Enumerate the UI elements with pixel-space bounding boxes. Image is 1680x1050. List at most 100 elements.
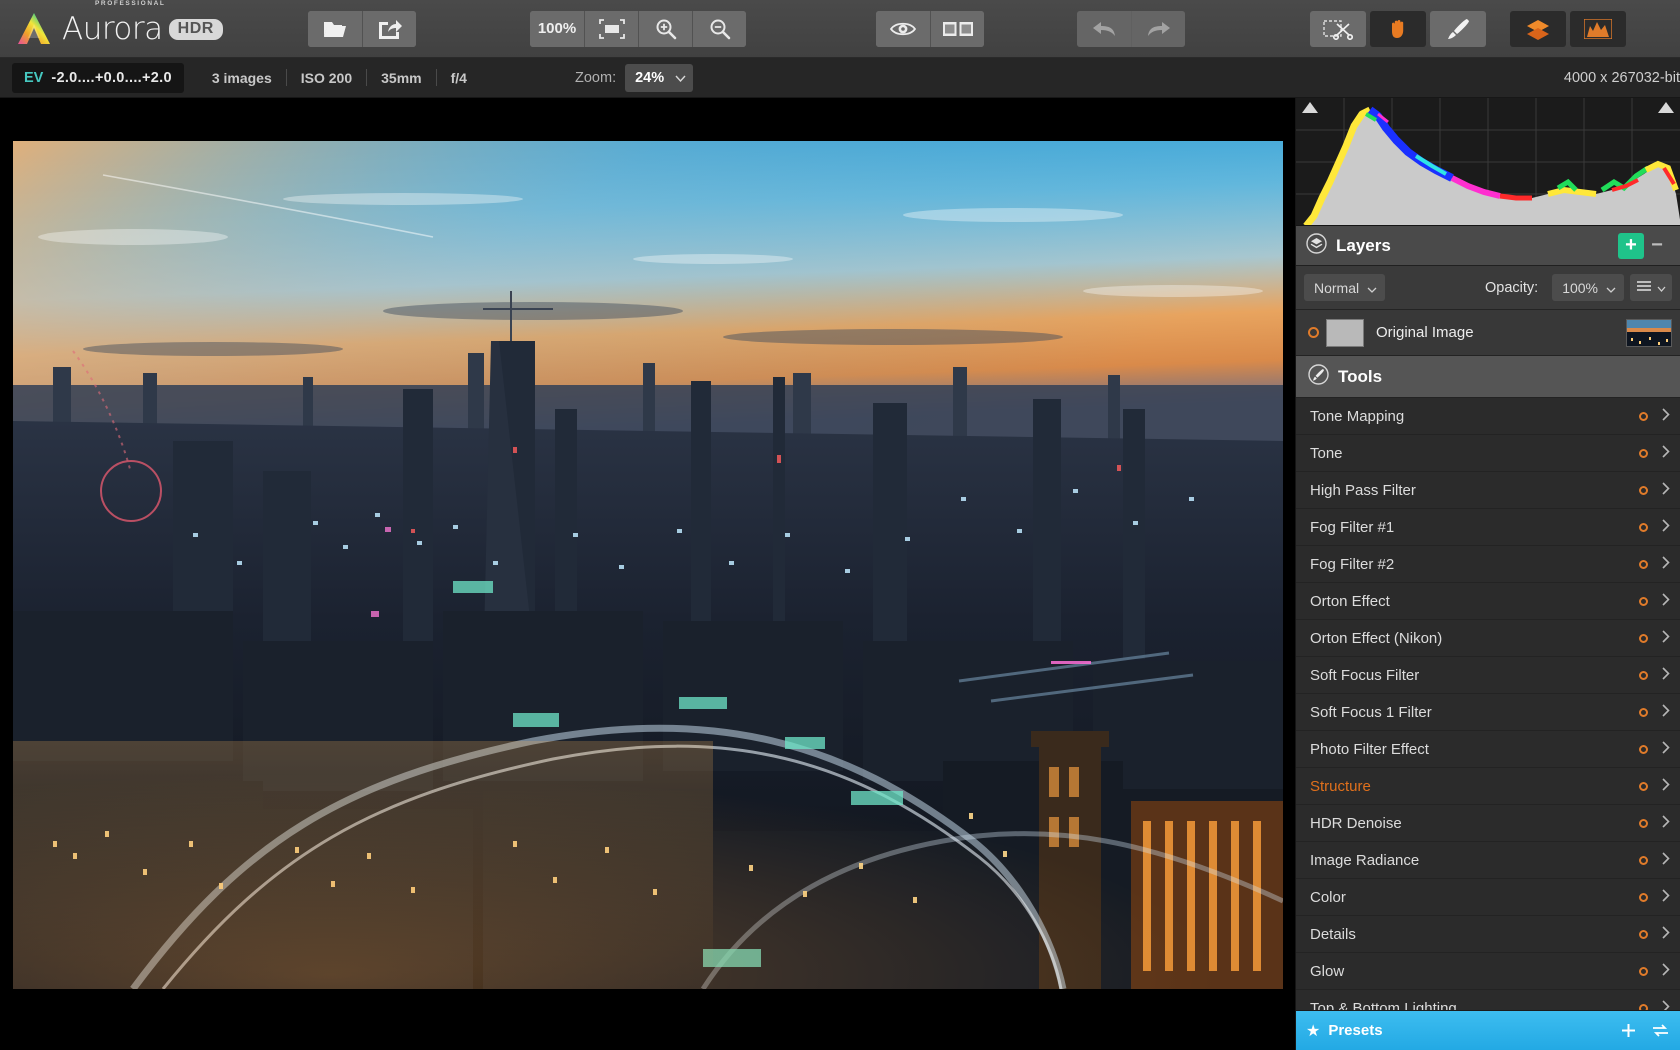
tool-toggle[interactable] xyxy=(1639,411,1648,421)
chevron-right-icon[interactable] xyxy=(1662,629,1670,647)
tool-toggle[interactable] xyxy=(1639,633,1648,643)
hand-tool-button[interactable] xyxy=(1370,10,1426,47)
chevron-right-icon[interactable] xyxy=(1662,962,1670,980)
layer-name: Original Image xyxy=(1376,324,1474,341)
zoom-button-group: 100% xyxy=(530,10,746,47)
tool-name: High Pass Filter xyxy=(1310,481,1416,499)
layer-options-menu-button[interactable] xyxy=(1630,274,1672,301)
tool-row[interactable]: Orton Effect (Nikon) xyxy=(1296,620,1680,657)
tool-name: Tone xyxy=(1310,444,1343,462)
tool-toggle[interactable] xyxy=(1639,559,1648,569)
add-layer-button[interactable]: + xyxy=(1618,232,1644,259)
tool-row[interactable]: Color xyxy=(1296,879,1680,916)
tool-name: Fog Filter #1 xyxy=(1310,518,1395,536)
layer-image-thumbnail[interactable] xyxy=(1626,318,1672,347)
chevron-right-icon[interactable] xyxy=(1662,999,1670,1010)
shadow-clipping-indicator[interactable] xyxy=(1302,102,1318,113)
tool-row[interactable]: Photo Filter Effect xyxy=(1296,731,1680,768)
chevron-right-icon[interactable] xyxy=(1662,740,1670,758)
zoom-100-button[interactable]: 100% xyxy=(530,10,584,47)
histogram-panel-button[interactable] xyxy=(1570,10,1626,47)
layer-visibility-toggle[interactable] xyxy=(1308,327,1319,338)
chevron-right-icon[interactable] xyxy=(1662,777,1670,795)
tool-toggle[interactable] xyxy=(1639,744,1648,754)
tool-row[interactable]: Orton Effect xyxy=(1296,583,1680,620)
histogram-panel[interactable] xyxy=(1296,98,1680,226)
zoom-in-icon xyxy=(654,17,678,41)
layer-mask-thumbnail[interactable] xyxy=(1326,318,1364,347)
crop-tool-button[interactable] xyxy=(1310,10,1366,47)
zoom-in-button[interactable] xyxy=(638,10,692,47)
image-canvas[interactable] xyxy=(0,98,1295,1050)
undo-button[interactable] xyxy=(1077,10,1131,47)
tool-toggle[interactable] xyxy=(1639,707,1648,717)
tool-toggle[interactable] xyxy=(1639,818,1648,828)
image-count: 3 images xyxy=(211,69,272,86)
tool-toggle[interactable] xyxy=(1639,892,1648,902)
tool-toggle[interactable] xyxy=(1639,485,1648,495)
chevron-right-icon[interactable] xyxy=(1662,666,1670,684)
tool-toggle[interactable] xyxy=(1639,1003,1648,1010)
tool-toggle[interactable] xyxy=(1639,596,1648,606)
zoom-out-button[interactable] xyxy=(692,10,746,47)
layer-row-original-image[interactable]: Original Image xyxy=(1296,310,1680,356)
tool-row[interactable]: Details xyxy=(1296,916,1680,953)
fit-to-screen-button[interactable] xyxy=(584,10,638,47)
fit-to-screen-icon xyxy=(598,18,626,40)
zoom-select[interactable]: 24% xyxy=(625,63,694,92)
chevron-right-icon[interactable] xyxy=(1662,925,1670,943)
sync-presets-button[interactable] xyxy=(1651,1022,1670,1039)
tool-row[interactable]: Structure xyxy=(1296,768,1680,805)
tools-list[interactable]: Tone Mapping Tone High Pass Filter Fog Filt… xyxy=(1296,398,1680,1010)
brush-tool-button[interactable] xyxy=(1430,10,1486,47)
presets-bar[interactable]: ★ Presets xyxy=(1296,1010,1680,1050)
tool-row[interactable]: Tone xyxy=(1296,435,1680,472)
redo-button[interactable] xyxy=(1131,10,1185,47)
chevron-right-icon[interactable] xyxy=(1662,703,1670,721)
chevron-right-icon[interactable] xyxy=(1662,851,1670,869)
tool-row[interactable]: HDR Denoise xyxy=(1296,805,1680,842)
tool-row[interactable]: Soft Focus Filter xyxy=(1296,657,1680,694)
tool-name: Soft Focus Filter xyxy=(1310,666,1420,684)
histogram-graph xyxy=(1296,98,1680,225)
before-after-button[interactable] xyxy=(930,10,984,47)
tool-row[interactable]: High Pass Filter xyxy=(1296,472,1680,509)
layers-panel-button[interactable] xyxy=(1510,10,1566,47)
blend-mode-select[interactable]: Normal xyxy=(1304,274,1386,301)
open-image-button[interactable] xyxy=(308,10,362,47)
chevron-right-icon[interactable] xyxy=(1662,407,1670,425)
chevron-right-icon[interactable] xyxy=(1662,444,1670,462)
chevron-down-icon xyxy=(1657,279,1666,297)
remove-layer-button[interactable]: − xyxy=(1644,233,1670,259)
tools-panel-header: Tools xyxy=(1296,356,1680,398)
tool-row[interactable]: Fog Filter #2 xyxy=(1296,546,1680,583)
tool-toggle[interactable] xyxy=(1639,966,1648,976)
chevron-right-icon[interactable] xyxy=(1662,518,1670,536)
chevron-right-icon[interactable] xyxy=(1662,888,1670,906)
zoom-out-icon xyxy=(708,17,732,41)
tool-row[interactable]: Image Radiance xyxy=(1296,842,1680,879)
tool-toggle[interactable] xyxy=(1639,670,1648,680)
highlight-clipping-indicator[interactable] xyxy=(1658,102,1674,113)
opacity-select[interactable]: 100% xyxy=(1552,274,1624,301)
chevron-right-icon[interactable] xyxy=(1662,481,1670,499)
tool-toggle[interactable] xyxy=(1639,448,1648,458)
add-preset-button[interactable] xyxy=(1620,1022,1637,1039)
preview-toggle-button[interactable] xyxy=(876,10,930,47)
tool-toggle[interactable] xyxy=(1639,855,1648,865)
tool-row[interactable]: Soft Focus 1 Filter xyxy=(1296,694,1680,731)
tool-row[interactable]: Tone Mapping xyxy=(1296,398,1680,435)
tool-name: Color xyxy=(1310,888,1346,906)
chevron-right-icon[interactable] xyxy=(1662,814,1670,832)
export-button[interactable] xyxy=(362,10,416,47)
tool-row[interactable]: Fog Filter #1 xyxy=(1296,509,1680,546)
chevron-right-icon[interactable] xyxy=(1662,555,1670,573)
tool-toggle[interactable] xyxy=(1639,781,1648,791)
tool-toggle[interactable] xyxy=(1639,929,1648,939)
zoom-control: Zoom: 24% xyxy=(575,63,694,92)
chevron-right-icon[interactable] xyxy=(1662,592,1670,610)
tool-toggle[interactable] xyxy=(1639,522,1648,532)
tool-row[interactable]: Glow xyxy=(1296,953,1680,990)
tool-row[interactable]: Top & Bottom Lighting xyxy=(1296,990,1680,1010)
star-icon: ★ xyxy=(1306,1022,1321,1040)
